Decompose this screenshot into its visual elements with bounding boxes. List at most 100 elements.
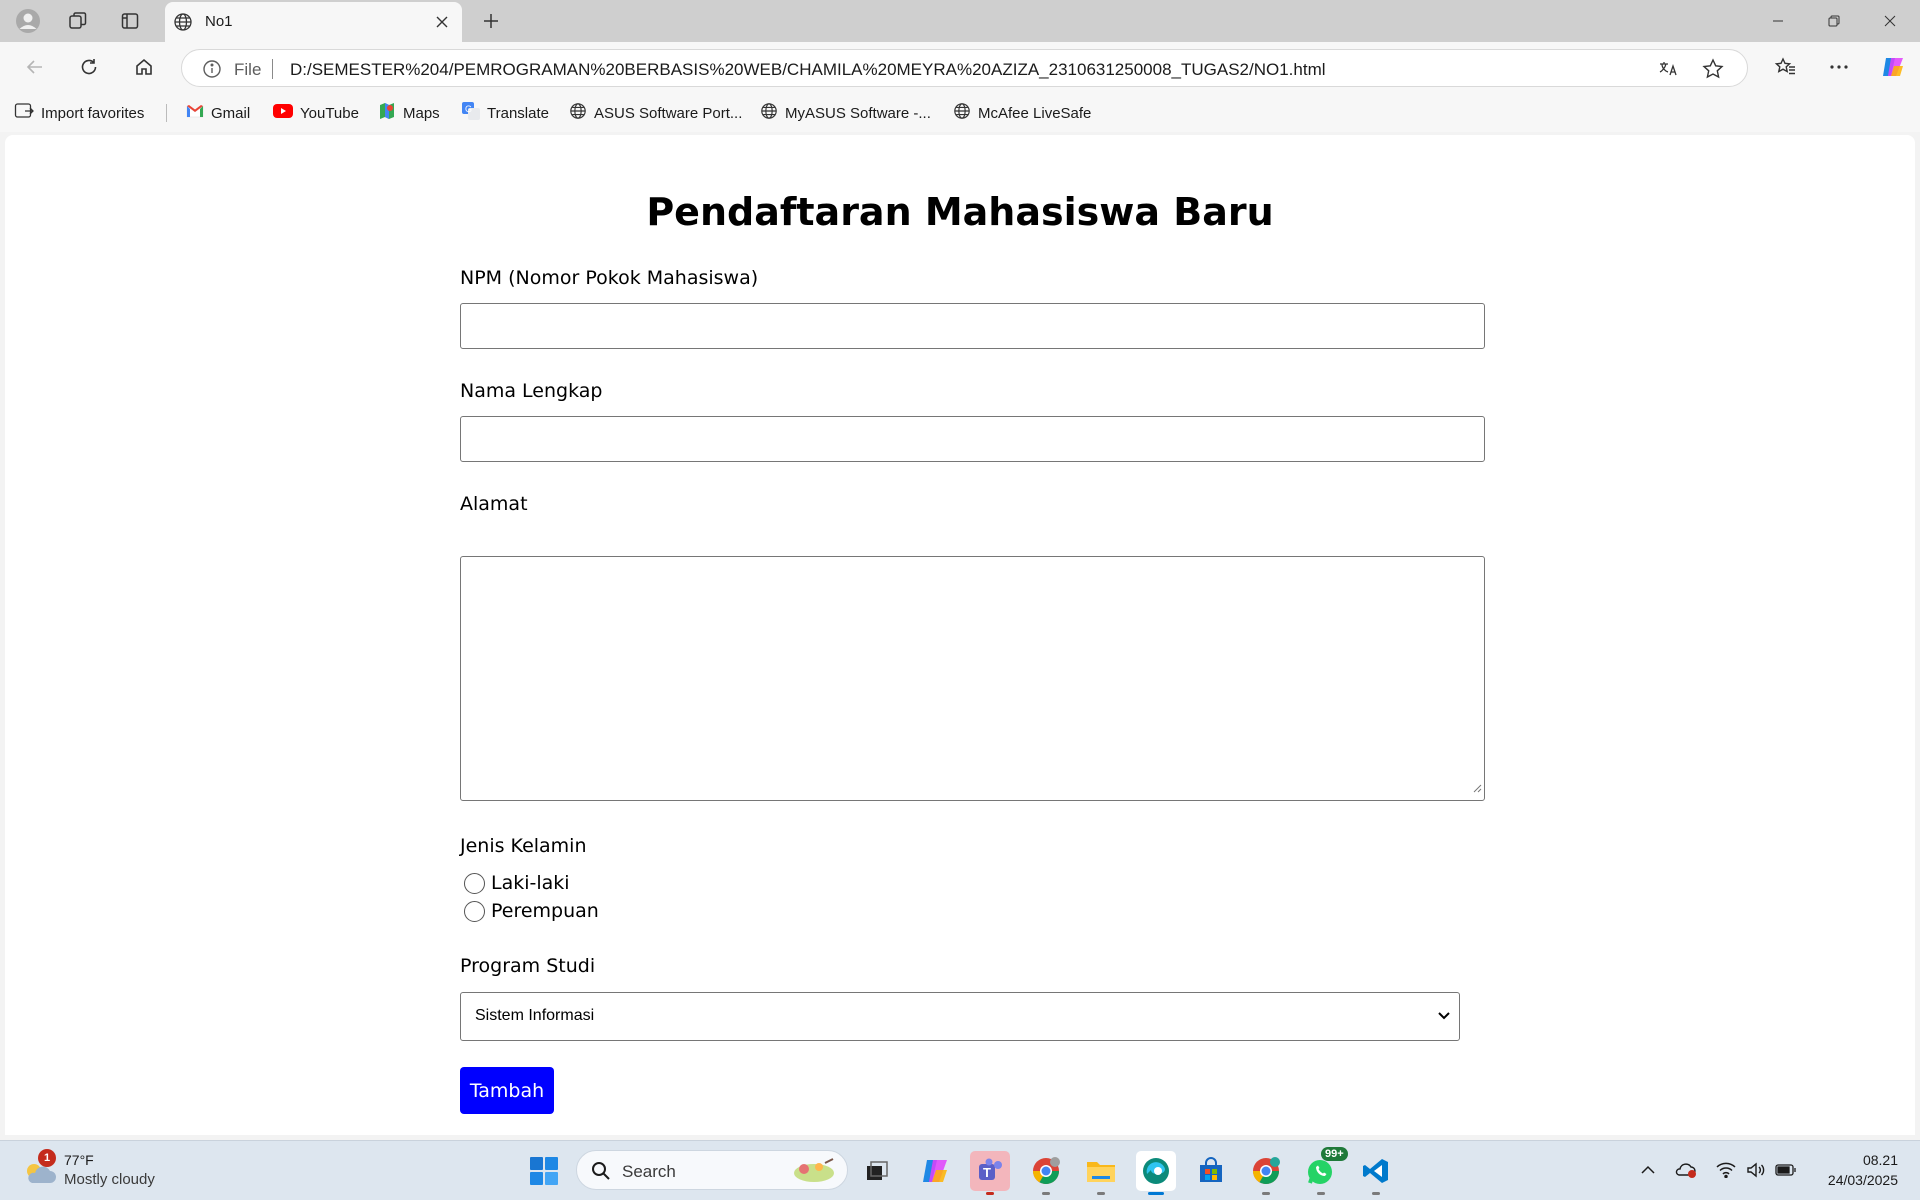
import-icon [14, 102, 34, 124]
youtube-icon [273, 104, 293, 122]
alamat-label: Alamat [460, 493, 528, 515]
svg-text:T: T [983, 1165, 991, 1180]
file-explorer-icon[interactable] [1081, 1151, 1121, 1195]
gender-option-male[interactable]: Laki-laki [464, 872, 570, 894]
chrome-icon[interactable] [1246, 1151, 1286, 1195]
vertical-tabs-icon[interactable] [112, 6, 148, 36]
browser-toolbar: File D:/SEMESTER%204/PEMROGRAMAN%20BERBA… [0, 42, 1920, 92]
bookmark-label: McAfee LiveSafe [978, 104, 1092, 122]
search-highlight-icon [789, 1157, 839, 1190]
radio-label: Laki-laki [491, 872, 570, 894]
taskbar: 1 77°F Mostly cloudy Search T 99+ 08.21 … [0, 1140, 1920, 1200]
gmail-icon [186, 104, 204, 122]
workspaces-icon[interactable] [60, 6, 96, 36]
clock-date: 24/03/2025 [1827, 1172, 1898, 1188]
weather-desc: Mostly cloudy [64, 1171, 155, 1188]
address-bar[interactable]: File D:/SEMESTER%204/PEMROGRAMAN%20BERBA… [181, 49, 1748, 87]
address-divider [272, 59, 273, 79]
bookmarks-bar: Import favorites Gmail YouTube Maps G Tr… [0, 92, 1920, 132]
wifi-icon[interactable] [1715, 1159, 1737, 1181]
home-icon[interactable] [126, 49, 162, 85]
profile-icon[interactable] [10, 6, 46, 36]
copilot-icon[interactable] [1875, 49, 1911, 85]
browser-tab-active[interactable]: No1 [165, 2, 462, 42]
new-tab-button[interactable] [475, 6, 507, 36]
volume-icon[interactable] [1745, 1159, 1767, 1181]
system-clock[interactable]: 08.21 24/03/2025 [1828, 1150, 1898, 1190]
onedrive-status-icon[interactable] [1675, 1159, 1697, 1181]
program-select[interactable]: Sistem Informasi [460, 992, 1460, 1041]
bookmark-label: Maps [403, 104, 440, 122]
radio-button[interactable] [464, 872, 485, 894]
tab-strip: No1 [0, 0, 1920, 42]
bookmark-label: YouTube [300, 104, 359, 122]
favorite-star-icon[interactable] [1702, 58, 1724, 80]
store-icon[interactable] [1191, 1151, 1231, 1191]
whatsapp-badge: 99+ [1321, 1147, 1348, 1161]
edge-icon[interactable] [1136, 1151, 1176, 1195]
back-icon[interactable] [17, 49, 53, 85]
bookmarks-divider [166, 104, 167, 122]
clock-time: 08.21 [1862, 1152, 1898, 1168]
bookmark-import-favorites[interactable]: Import favorites [14, 102, 144, 124]
gender-option-female[interactable]: Perempuan [464, 900, 599, 922]
close-window-button[interactable] [1862, 0, 1918, 42]
page-title: Pendaftaran Mahasiswa Baru [646, 190, 1274, 234]
whatsapp-icon[interactable]: 99+ [1301, 1147, 1348, 1195]
bookmark-myasus-software[interactable]: MyASUS Software -... [760, 102, 931, 124]
globe-icon [173, 12, 193, 37]
close-tab-icon[interactable] [432, 12, 452, 32]
bookmark-label: Translate [487, 104, 549, 122]
tab-title: No1 [205, 13, 233, 30]
favorites-icon[interactable] [1767, 49, 1803, 85]
bookmark-label: Import favorites [41, 104, 145, 122]
bookmark-gmail[interactable]: Gmail [186, 102, 250, 124]
bookmark-asus-software-portal[interactable]: ASUS Software Port... [569, 102, 742, 124]
info-icon[interactable] [202, 59, 222, 84]
resize-handle-icon[interactable] [1472, 780, 1482, 798]
read-aloud-icon[interactable] [1658, 58, 1680, 80]
bookmark-maps[interactable]: Maps [378, 102, 440, 124]
weather-widget[interactable]: 1 77°F Mostly cloudy [20, 1149, 170, 1193]
vscode-icon[interactable] [1356, 1151, 1396, 1195]
show-hidden-icons-icon[interactable] [1637, 1159, 1659, 1181]
address-scheme-label: File [234, 60, 262, 79]
program-label: Program Studi [460, 955, 596, 977]
tambah-button[interactable]: Tambah [460, 1067, 554, 1114]
bookmark-label: MyASUS Software -... [785, 104, 931, 122]
bookmark-label: Gmail [211, 104, 251, 122]
npm-input[interactable] [460, 303, 1485, 349]
weather-badge: 1 [38, 1149, 56, 1167]
reload-icon[interactable] [71, 49, 107, 85]
teams-icon[interactable]: T [970, 1151, 1010, 1195]
search-icon [591, 1161, 611, 1186]
globe-icon [569, 102, 587, 124]
address-url[interactable]: D:/SEMESTER%204/PEMROGRAMAN%20BERBASIS%2… [290, 60, 1326, 80]
start-icon[interactable] [524, 1151, 564, 1191]
more-options-icon[interactable] [1821, 49, 1857, 85]
gender-label: Jenis Kelamin [460, 835, 587, 857]
copilot-app-icon[interactable] [915, 1151, 955, 1191]
restore-button[interactable] [1806, 0, 1862, 42]
alamat-textarea[interactable] [460, 556, 1485, 801]
bookmark-mcafee-livesafe[interactable]: McAfee LiveSafe [953, 102, 1091, 124]
weather-temp: 77°F [64, 1152, 94, 1168]
bookmark-label: ASUS Software Port... [594, 104, 743, 122]
svg-text:G: G [465, 104, 472, 114]
globe-icon [760, 102, 778, 124]
bookmark-youtube[interactable]: YouTube [273, 102, 359, 124]
radio-label: Perempuan [491, 900, 599, 922]
page-content: Pendaftaran Mahasiswa Baru NPM (Nomor Po… [5, 135, 1915, 1135]
nama-input[interactable] [460, 416, 1485, 462]
minimize-button[interactable] [1750, 0, 1806, 42]
npm-label: NPM (Nomor Pokok Mahasiswa) [460, 267, 759, 289]
program-selected-value: Sistem Informasi [475, 1007, 595, 1024]
bookmark-translate[interactable]: G Translate [462, 102, 549, 124]
taskbar-search[interactable]: Search [576, 1150, 848, 1190]
radio-button[interactable] [464, 900, 485, 922]
chrome-profile-icon[interactable] [1026, 1151, 1066, 1195]
task-view-icon[interactable] [857, 1151, 897, 1191]
battery-icon[interactable] [1775, 1159, 1797, 1181]
nama-label: Nama Lengkap [460, 380, 603, 402]
translate-icon: G [462, 102, 480, 124]
